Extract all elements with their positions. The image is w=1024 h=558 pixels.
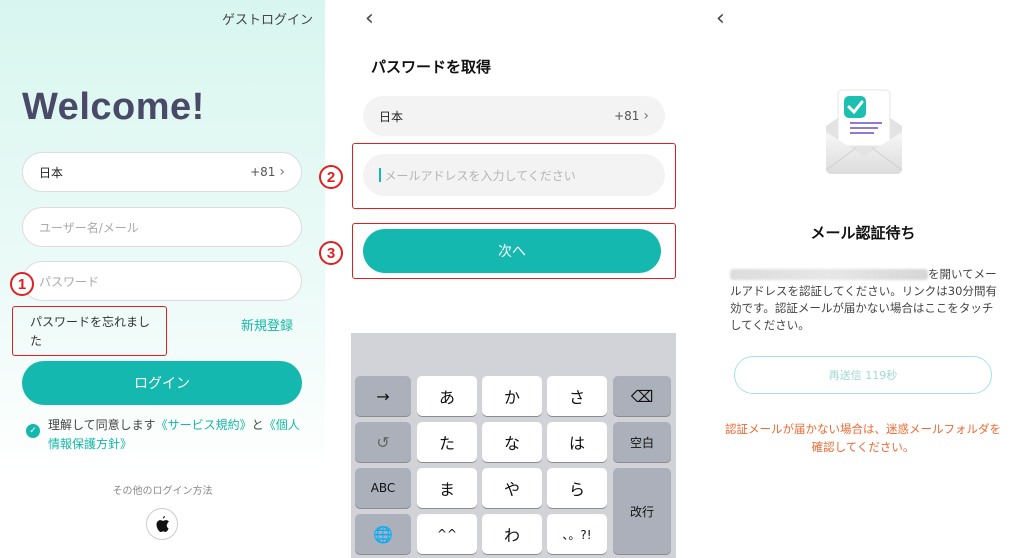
screenshot: ゲストログイン Welcome! 日本 +81 › ユーザー名/メール パスワード… (0, 0, 1024, 558)
space-key[interactable]: 空白 (613, 422, 671, 462)
country-selector[interactable]: 日本 +81 › (22, 152, 302, 192)
kana-key[interactable]: や (482, 468, 542, 508)
country-code: +81 (250, 165, 276, 179)
kana-key[interactable]: ま (417, 468, 477, 508)
username-field[interactable]: ユーザー名/メール (22, 207, 302, 247)
globe-key[interactable]: 🌐 (355, 514, 411, 554)
step-marker-2: 2 (319, 165, 343, 189)
welcome-title: Welcome! (22, 86, 205, 128)
login-screen: ゲストログイン Welcome! 日本 +81 › ユーザー名/メール パスワード… (0, 0, 325, 558)
envelope-icon (825, 89, 903, 174)
forgot-password-link[interactable]: パスワードを忘れました (14, 307, 166, 355)
spam-warning: 認証メールが届かない場合は、迷惑メールフォルダを確認してください。 (725, 422, 1001, 454)
step-marker-3: 3 (319, 241, 343, 265)
password-field[interactable]: パスワード (22, 261, 302, 301)
agreement-text: ✓ 理解して同意します《サービス規約》と《個人情報保護方針》 (26, 416, 306, 454)
email-placeholder: メールアドレスを入力してください (384, 168, 576, 183)
delete-key[interactable]: ⌫ (613, 376, 671, 416)
agree-and: と (251, 418, 264, 432)
chevron-right-icon: › (643, 108, 649, 124)
apple-icon (156, 516, 169, 532)
chevron-right-icon: › (279, 164, 285, 180)
step-marker-1: 1 (10, 272, 34, 296)
kana-key[interactable]: ら (547, 468, 607, 508)
country-name: 日本 (379, 109, 404, 124)
kana-key[interactable]: か (482, 376, 542, 416)
login-button[interactable]: ログイン (22, 361, 302, 405)
kana-key[interactable]: た (417, 422, 477, 462)
blurred-email (730, 269, 928, 280)
text-caret (379, 168, 381, 182)
agree-prefix: 理解して同意します (48, 418, 156, 432)
page-title: メール認証待ち (810, 224, 916, 242)
country-name: 日本 (39, 165, 64, 180)
back-chevron-icon[interactable]: ‹ (716, 6, 725, 31)
kana-key[interactable]: な (482, 422, 542, 462)
kana-keyboard: → あ か さ ⌫ ↺ た な は 空白 ABC ま や ら 改行 🌐 ^^ わ… (351, 333, 676, 558)
guest-login-link[interactable]: ゲストログイン (222, 9, 313, 28)
kana-key[interactable]: さ (547, 376, 607, 416)
password-placeholder: パスワード (39, 274, 100, 289)
kana-key[interactable]: わ (482, 514, 542, 554)
resend-button[interactable]: 再送信 119秒 (734, 356, 992, 394)
abc-key[interactable]: ABC (355, 468, 411, 508)
page-title: パスワードを取得 (371, 58, 492, 76)
back-chevron-icon[interactable]: ‹ (365, 6, 374, 31)
terms-link[interactable]: 《サービス規約》 (156, 418, 252, 432)
kana-key[interactable]: は (547, 422, 607, 462)
register-link[interactable]: 新規登録 (241, 315, 293, 334)
username-placeholder: ユーザー名/メール (39, 220, 139, 235)
country-selector[interactable]: 日本 +81 › (363, 96, 665, 136)
enter-key[interactable]: 改行 (613, 468, 671, 554)
email-field[interactable]: メールアドレスを入力してください (363, 154, 665, 196)
punctuation-key[interactable]: 、。?! (547, 514, 607, 554)
kana-key[interactable]: あ (417, 376, 477, 416)
next-button[interactable]: 次へ (363, 229, 661, 273)
kana-key[interactable]: ^^ (417, 514, 477, 554)
undo-key[interactable]: ↺ (355, 422, 411, 462)
apple-login-button[interactable] (146, 508, 178, 540)
verification-description[interactable]: を開いてメールアドレスを認証してください。リンクは30分間有効です。認証メールが… (730, 266, 998, 334)
password-reset-screen: ‹ パスワードを取得 日本 +81 › メールアドレスを入力してください 次へ →… (351, 0, 676, 558)
check-icon[interactable]: ✓ (26, 424, 40, 438)
arrow-key[interactable]: → (355, 376, 411, 416)
country-code: +81 (614, 109, 640, 123)
email-verification-screen: ‹ メール認証待ち を開いてメールアドレスを認証してください。リンクは30分間有… (702, 0, 1024, 558)
other-login-label: その他のログイン方法 (112, 486, 213, 497)
